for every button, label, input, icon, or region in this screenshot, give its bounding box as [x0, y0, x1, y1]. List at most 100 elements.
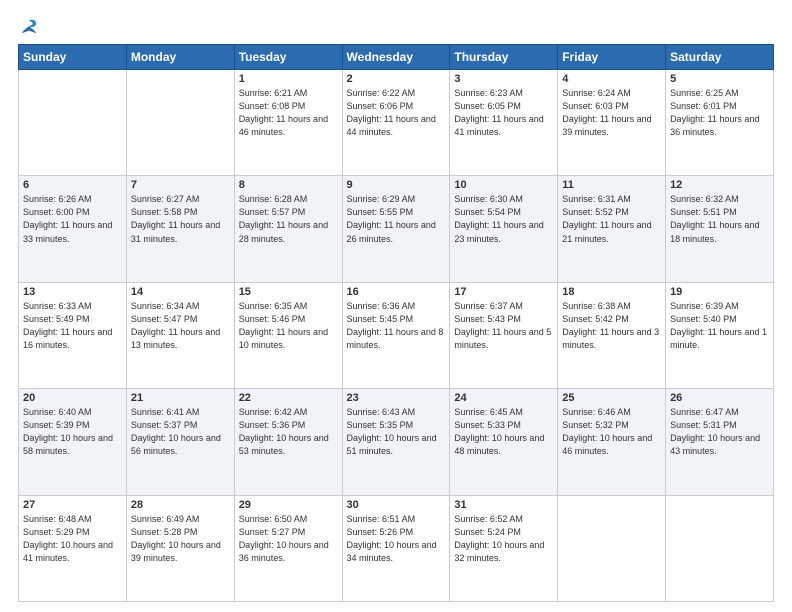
day-number: 16	[347, 286, 446, 298]
day-number: 30	[347, 499, 446, 511]
calendar-cell: 28Sunrise: 6:49 AMSunset: 5:28 PMDayligh…	[126, 495, 234, 601]
calendar-header-row: SundayMondayTuesdayWednesdayThursdayFrid…	[19, 45, 774, 70]
cell-info: Sunrise: 6:31 AMSunset: 5:52 PMDaylight:…	[562, 194, 651, 243]
calendar-table: SundayMondayTuesdayWednesdayThursdayFrid…	[18, 44, 774, 602]
cell-info: Sunrise: 6:22 AMSunset: 6:06 PMDaylight:…	[347, 88, 436, 137]
calendar-cell: 6Sunrise: 6:26 AMSunset: 6:00 PMDaylight…	[19, 176, 127, 282]
cell-info: Sunrise: 6:35 AMSunset: 5:46 PMDaylight:…	[239, 301, 328, 350]
calendar-cell: 2 Sunrise: 6:22 AMSunset: 6:06 PMDaylight…	[342, 70, 450, 176]
calendar-week-row: 6Sunrise: 6:26 AMSunset: 6:00 PMDaylight…	[19, 176, 774, 282]
calendar-cell: 5Sunrise: 6:25 AMSunset: 6:01 PMDaylight…	[666, 70, 774, 176]
day-number: 24	[454, 392, 553, 404]
calendar-cell: 17Sunrise: 6:37 AMSunset: 5:43 PMDayligh…	[450, 282, 558, 388]
cell-info: Sunrise: 6:48 AMSunset: 5:29 PMDaylight:…	[23, 514, 113, 563]
calendar-week-row: 1Sunrise: 6:21 AMSunset: 6:08 PMDaylight…	[19, 70, 774, 176]
day-number: 9	[347, 179, 446, 191]
calendar-cell	[19, 70, 127, 176]
cell-info: Sunrise: 6:34 AMSunset: 5:47 PMDaylight:…	[131, 301, 220, 350]
day-number: 29	[239, 499, 338, 511]
calendar-cell: 11 Sunrise: 6:31 AMSunset: 5:52 PMDayligh…	[558, 176, 666, 282]
day-of-week-header: Monday	[126, 45, 234, 70]
calendar-cell: 4 Sunrise: 6:24 AMSunset: 6:03 PMDaylight…	[558, 70, 666, 176]
cell-info: Sunrise: 6:43 AMSunset: 5:35 PMDaylight:…	[347, 407, 437, 456]
calendar-cell: 29 Sunrise: 6:50 AMSunset: 5:27 PMDayligh…	[234, 495, 342, 601]
calendar-week-row: 13 Sunrise: 6:33 AMSunset: 5:49 PMDayligh…	[19, 282, 774, 388]
cell-info: Sunrise: 6:51 AMSunset: 5:26 PMDaylight:…	[347, 514, 437, 563]
cell-info: Sunrise: 6:37 AMSunset: 5:43 PMDaylight:…	[454, 301, 551, 350]
day-number: 22	[239, 392, 338, 404]
day-number: 11	[562, 179, 661, 191]
day-number: 2	[347, 73, 446, 85]
cell-info: Sunrise: 6:47 AMSunset: 5:31 PMDaylight:…	[670, 407, 760, 456]
day-number: 25	[562, 392, 661, 404]
day-number: 26	[670, 392, 769, 404]
calendar-cell: 3 Sunrise: 6:23 AMSunset: 6:05 PMDaylight…	[450, 70, 558, 176]
calendar-week-row: 27 Sunrise: 6:48 AMSunset: 5:29 PMDayligh…	[19, 495, 774, 601]
day-of-week-header: Thursday	[450, 45, 558, 70]
cell-info: Sunrise: 6:25 AMSunset: 6:01 PMDaylight:…	[670, 88, 759, 137]
cell-info: Sunrise: 6:23 AMSunset: 6:05 PMDaylight:…	[454, 88, 543, 137]
calendar-cell: 8 Sunrise: 6:28 AMSunset: 5:57 PMDaylight…	[234, 176, 342, 282]
day-number: 28	[131, 499, 230, 511]
calendar-cell: 16 Sunrise: 6:36 AMSunset: 5:45 PMDayligh…	[342, 282, 450, 388]
day-of-week-header: Friday	[558, 45, 666, 70]
day-number: 1	[239, 73, 338, 85]
calendar-cell	[126, 70, 234, 176]
day-number: 6	[23, 179, 122, 191]
cell-info: Sunrise: 6:46 AMSunset: 5:32 PMDaylight:…	[562, 407, 652, 456]
cell-info: Sunrise: 6:27 AMSunset: 5:58 PMDaylight:…	[131, 194, 220, 243]
calendar-cell: 15Sunrise: 6:35 AMSunset: 5:46 PMDayligh…	[234, 282, 342, 388]
cell-info: Sunrise: 6:38 AMSunset: 5:42 PMDaylight:…	[562, 301, 659, 350]
calendar-cell	[666, 495, 774, 601]
calendar-cell: 12 Sunrise: 6:32 AMSunset: 5:51 PMDayligh…	[666, 176, 774, 282]
day-number: 31	[454, 499, 553, 511]
calendar-cell: 20 Sunrise: 6:40 AMSunset: 5:39 PMDayligh…	[19, 389, 127, 495]
cell-info: Sunrise: 6:28 AMSunset: 5:57 PMDaylight:…	[239, 194, 328, 243]
calendar-cell: 25 Sunrise: 6:46 AMSunset: 5:32 PMDayligh…	[558, 389, 666, 495]
calendar-cell: 9Sunrise: 6:29 AMSunset: 5:55 PMDaylight…	[342, 176, 450, 282]
day-number: 12	[670, 179, 769, 191]
day-number: 13	[23, 286, 122, 298]
day-number: 4	[562, 73, 661, 85]
logo-text	[18, 18, 38, 36]
day-of-week-header: Saturday	[666, 45, 774, 70]
day-number: 3	[454, 73, 553, 85]
header	[18, 18, 774, 36]
calendar-cell: 30 Sunrise: 6:51 AMSunset: 5:26 PMDayligh…	[342, 495, 450, 601]
calendar-cell	[558, 495, 666, 601]
day-number: 14	[131, 286, 230, 298]
day-number: 8	[239, 179, 338, 191]
cell-info: Sunrise: 6:42 AMSunset: 5:36 PMDaylight:…	[239, 407, 329, 456]
day-number: 18	[562, 286, 661, 298]
day-number: 23	[347, 392, 446, 404]
calendar-cell: 13 Sunrise: 6:33 AMSunset: 5:49 PMDayligh…	[19, 282, 127, 388]
cell-info: Sunrise: 6:41 AMSunset: 5:37 PMDaylight:…	[131, 407, 221, 456]
cell-info: Sunrise: 6:40 AMSunset: 5:39 PMDaylight:…	[23, 407, 113, 456]
day-of-week-header: Tuesday	[234, 45, 342, 70]
day-number: 7	[131, 179, 230, 191]
day-of-week-header: Wednesday	[342, 45, 450, 70]
day-number: 10	[454, 179, 553, 191]
calendar-cell: 24 Sunrise: 6:45 AMSunset: 5:33 PMDayligh…	[450, 389, 558, 495]
cell-info: Sunrise: 6:50 AMSunset: 5:27 PMDaylight:…	[239, 514, 329, 563]
cell-info: Sunrise: 6:32 AMSunset: 5:51 PMDaylight:…	[670, 194, 759, 243]
day-number: 21	[131, 392, 230, 404]
day-number: 20	[23, 392, 122, 404]
day-number: 27	[23, 499, 122, 511]
calendar-week-row: 20 Sunrise: 6:40 AMSunset: 5:39 PMDayligh…	[19, 389, 774, 495]
calendar-cell: 22 Sunrise: 6:42 AMSunset: 5:36 PMDayligh…	[234, 389, 342, 495]
cell-info: Sunrise: 6:52 AMSunset: 5:24 PMDaylight:…	[454, 514, 544, 563]
logo	[18, 18, 38, 36]
cell-info: Sunrise: 6:24 AMSunset: 6:03 PMDaylight:…	[562, 88, 651, 137]
calendar-cell: 31 Sunrise: 6:52 AMSunset: 5:24 PMDayligh…	[450, 495, 558, 601]
calendar-cell: 21 Sunrise: 6:41 AMSunset: 5:37 PMDayligh…	[126, 389, 234, 495]
calendar-cell: 7 Sunrise: 6:27 AMSunset: 5:58 PMDaylight…	[126, 176, 234, 282]
cell-info: Sunrise: 6:36 AMSunset: 5:45 PMDaylight:…	[347, 301, 444, 350]
day-number: 19	[670, 286, 769, 298]
calendar-cell: 18 Sunrise: 6:38 AMSunset: 5:42 PMDayligh…	[558, 282, 666, 388]
calendar-cell: 23 Sunrise: 6:43 AMSunset: 5:35 PMDayligh…	[342, 389, 450, 495]
cell-info: Sunrise: 6:33 AMSunset: 5:49 PMDaylight:…	[23, 301, 112, 350]
cell-info: Sunrise: 6:45 AMSunset: 5:33 PMDaylight:…	[454, 407, 544, 456]
calendar-cell: 14 Sunrise: 6:34 AMSunset: 5:47 PMDayligh…	[126, 282, 234, 388]
logo-bird-icon	[20, 18, 38, 36]
